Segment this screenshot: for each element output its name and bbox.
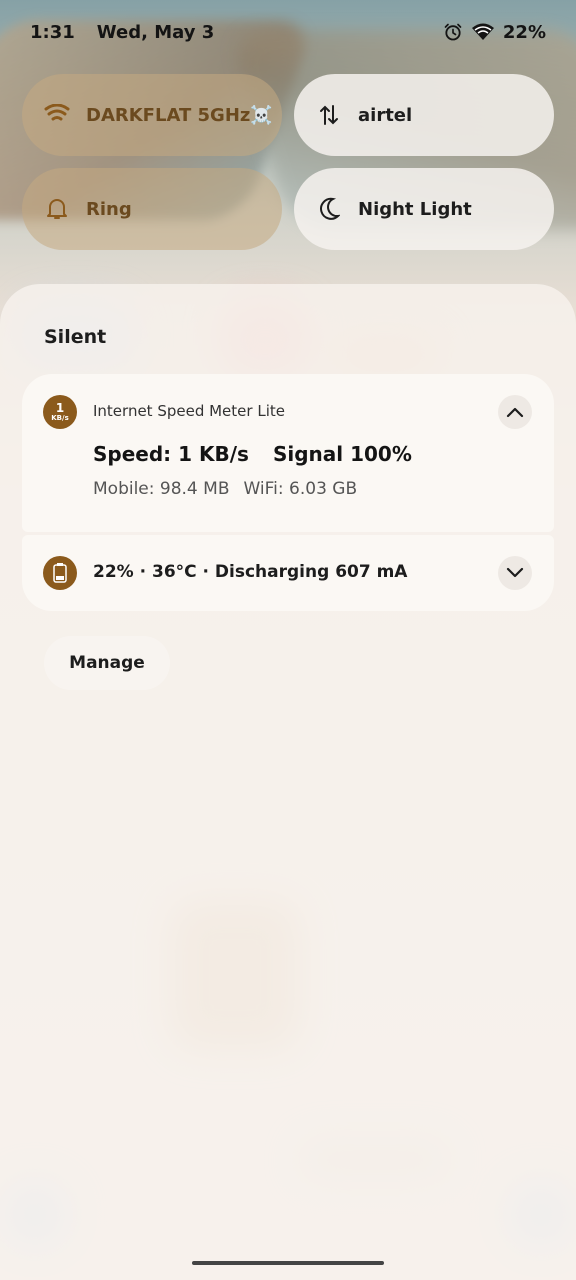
bell-icon bbox=[44, 196, 70, 222]
battery-icon bbox=[43, 556, 77, 590]
home-indicator[interactable] bbox=[192, 1261, 384, 1265]
notification-speed-meter[interactable]: 1 KB/s Internet Speed Meter Lite Speed: … bbox=[22, 374, 554, 532]
status-time: 1:31 bbox=[30, 21, 75, 43]
status-bar: 1:31 Wed, May 3 22% bbox=[0, 0, 576, 64]
manage-button[interactable]: Manage bbox=[44, 636, 170, 690]
tile-night-light[interactable]: Night Light bbox=[294, 168, 554, 250]
tile-wifi[interactable]: DARKFLAT 5GHz☠️ bbox=[22, 74, 282, 156]
speed-meter-app-icon: 1 KB/s bbox=[43, 395, 77, 429]
collapse-button[interactable] bbox=[498, 395, 532, 429]
alarm-icon bbox=[443, 22, 463, 42]
chevron-up-icon bbox=[506, 407, 524, 418]
wifi-usage: WiFi: 6.03 GB bbox=[243, 479, 358, 499]
battery-status-text: 22% · 36°C · Discharging 607 mA bbox=[93, 562, 408, 582]
tile-night-light-label: Night Light bbox=[358, 198, 472, 220]
status-date: Wed, May 3 bbox=[96, 21, 215, 43]
usage-line: Mobile: 98.4 MB WiFi: 6.03 GB bbox=[93, 479, 357, 499]
chevron-down-icon bbox=[506, 567, 524, 578]
tile-wifi-label: DARKFLAT 5GHz☠️ bbox=[86, 104, 273, 126]
mobile-data-arrows-icon bbox=[316, 102, 342, 128]
wifi-icon bbox=[44, 102, 70, 128]
notification-app-name: Internet Speed Meter Lite bbox=[93, 402, 285, 420]
wifi-icon bbox=[471, 22, 495, 42]
speed-line: Speed: 1 KB/s Signal 100% bbox=[93, 442, 412, 466]
status-battery: 22% bbox=[502, 21, 546, 43]
tile-mobile-data-label: airtel bbox=[358, 104, 413, 126]
tile-mobile-data[interactable]: airtel bbox=[294, 74, 554, 156]
section-title-silent: Silent bbox=[44, 326, 107, 348]
speed-value: Speed: 1 KB/s bbox=[93, 442, 249, 466]
mobile-usage: Mobile: 98.4 MB bbox=[93, 479, 230, 499]
notification-battery[interactable]: 22% · 36°C · Discharging 607 mA bbox=[22, 535, 554, 611]
tile-ring[interactable]: Ring bbox=[22, 168, 282, 250]
signal-value: Signal 100% bbox=[272, 442, 412, 466]
expand-button[interactable] bbox=[498, 556, 532, 590]
moon-icon bbox=[316, 196, 342, 222]
tile-ring-label: Ring bbox=[86, 198, 132, 220]
